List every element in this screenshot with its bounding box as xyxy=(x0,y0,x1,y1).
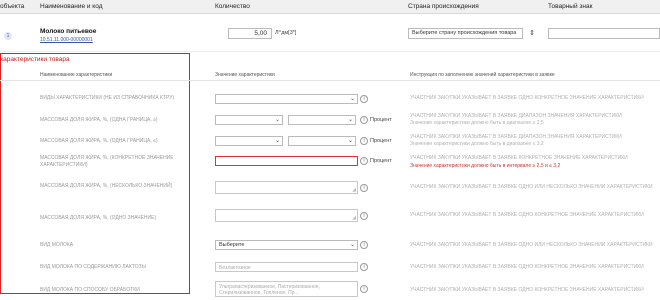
char-instruction: Участник закупки указывает в заявке одно… xyxy=(410,242,653,248)
chevron-down-icon: ⌄ xyxy=(274,138,280,144)
char-instruction: Участник закупки указывает в заявке одно… xyxy=(410,184,653,190)
highlight-box xyxy=(0,53,190,294)
resize-grip-icon[interactable]: ◢ xyxy=(352,188,356,193)
product-code-link[interactable]: 10.51.11.000-00000001 xyxy=(40,37,93,43)
char-instruction: Участник закупки указывает в заявке одно… xyxy=(410,212,644,218)
char-label: ВИД МОЛОКА xyxy=(40,242,74,248)
char-operator-select[interactable]: ⌄ xyxy=(215,115,283,125)
percent-label: Процент xyxy=(370,117,392,123)
resize-grip-icon[interactable]: ◢ xyxy=(352,216,356,221)
trademark-input[interactable] xyxy=(548,28,660,39)
info-icon[interactable]: i xyxy=(360,212,368,220)
char-value-textarea[interactable]: ◢ xyxy=(215,209,358,222)
info-icon[interactable]: i xyxy=(360,285,368,293)
char-value-select[interactable]: ⌄ xyxy=(288,115,356,125)
char-label: ВИД МОЛОКА ПО СОДЕРЖАНИЮ ЛАКТОЗЫ xyxy=(40,264,146,270)
char-select[interactable]: ⌄ xyxy=(215,94,358,104)
header-country: Страна происхождения xyxy=(408,3,479,10)
header-quantity: Количество xyxy=(215,3,250,10)
char-value-textarea[interactable]: Ультрапастеризованное, Пастеризованное, … xyxy=(215,281,358,297)
char-label: МАССОВАЯ ДОЛЯ ЖИРА, %, (ОДНА ГРАНИЦА, ≥) xyxy=(40,117,158,123)
char-instruction: Участник закупки указывает в заявке диап… xyxy=(410,134,622,140)
info-icon[interactable]: i xyxy=(360,116,368,124)
header-object: объекта xyxy=(0,3,25,10)
char-label: МАССОВАЯ ДОЛЯ ЖИРА, %, (ОДНА ГРАНИЦА, ≤) xyxy=(40,138,158,144)
char-value-textarea[interactable]: ◢ xyxy=(215,181,358,194)
info-icon[interactable]: i xyxy=(360,263,368,271)
header-trademark: Товарный знак xyxy=(548,3,593,10)
info-icon[interactable]: i xyxy=(360,157,368,165)
percent-label: Процент xyxy=(370,138,392,144)
info-icon[interactable]: i xyxy=(360,137,368,145)
char-instruction: Участник закупки указывает в заявке диап… xyxy=(410,113,622,119)
quantity-input[interactable]: 5,00 xyxy=(228,28,272,39)
char-error-text: Значение характеристики должно быть в ин… xyxy=(410,163,561,169)
col-header-name: Наименование характеристики xyxy=(40,72,113,78)
info-icon[interactable]: i xyxy=(360,184,368,192)
divider xyxy=(0,80,660,81)
char-label: МАССОВАЯ ДОЛЯ ЖИРА, %, (НЕСКОЛЬКО ЗНАЧЕН… xyxy=(40,183,173,189)
chevron-down-icon: ⌄ xyxy=(347,117,353,123)
chevron-down-icon: ⌄ xyxy=(349,242,355,248)
chevron-down-icon: ⌄ xyxy=(274,117,280,123)
char-value-input[interactable] xyxy=(215,156,358,166)
info-icon[interactable]: i xyxy=(360,241,368,249)
info-icon[interactable]: i xyxy=(360,95,368,103)
char-value-input[interactable]: Безлактозное xyxy=(215,262,358,272)
country-select[interactable]: Выберите страну происхождения товара xyxy=(408,28,523,39)
percent-label: Процент xyxy=(370,158,392,164)
col-header-instruction: Инструкция по заполнению значений характ… xyxy=(410,72,555,78)
section-title: характеристики товара xyxy=(0,56,70,63)
char-instruction: Участник закупки указывает в заявке конк… xyxy=(410,155,628,161)
char-instruction: Участник закупки указывает в заявке одно… xyxy=(410,287,644,293)
char-instruction: Участник закупки указывает в заявке одно… xyxy=(410,264,644,270)
char-instruction-sub: Значение характеристики должно быть в ди… xyxy=(410,141,544,147)
char-value-select[interactable]: ⌄ xyxy=(288,136,356,146)
char-operator-select[interactable]: ⌄ xyxy=(215,136,283,146)
char-instruction-sub: Значение характеристики должно быть в ди… xyxy=(410,120,544,126)
char-label: МАССОВАЯ ДОЛЯ ЖИРА, %, (КОНКРЕТНОЕ ЗНАЧЕ… xyxy=(40,155,174,168)
chevron-down-icon: ⌄ xyxy=(347,138,353,144)
chevron-down-icon: ⌄ xyxy=(349,96,355,102)
row-number-badge: 1 xyxy=(4,32,12,40)
product-row: 1 Молоко питьевое 10.51.11.000-00000001 … xyxy=(0,14,660,52)
col-header-value: Значение характеристики xyxy=(215,72,275,78)
table-header: объекта Наименование и код Количество Ст… xyxy=(0,0,660,14)
char-label: МАССОВАЯ ДОЛЯ ЖИРА, %, (ОДНО ЗНАЧЕНИЕ) xyxy=(40,215,157,221)
header-name-code: Наименование и код xyxy=(40,3,103,10)
char-label: ВИД МОЛОКА ПО СПОСОБУ ОБРАБОТКИ xyxy=(40,287,140,293)
char-select[interactable]: Выберите ⌄ xyxy=(215,240,358,250)
char-label: ВИДЫ ХАРАКТЕРИСТИКИ (НЕ ИЗ СПРАВОЧНИКА К… xyxy=(40,95,175,101)
unit-label: Л^дм[3*] xyxy=(275,30,297,36)
char-instruction: Участник закупки указывает в заявке одно… xyxy=(410,95,644,101)
product-name: Молоко питьевое xyxy=(40,28,97,35)
chevron-updown-icon[interactable]: ⇕ xyxy=(527,28,537,39)
